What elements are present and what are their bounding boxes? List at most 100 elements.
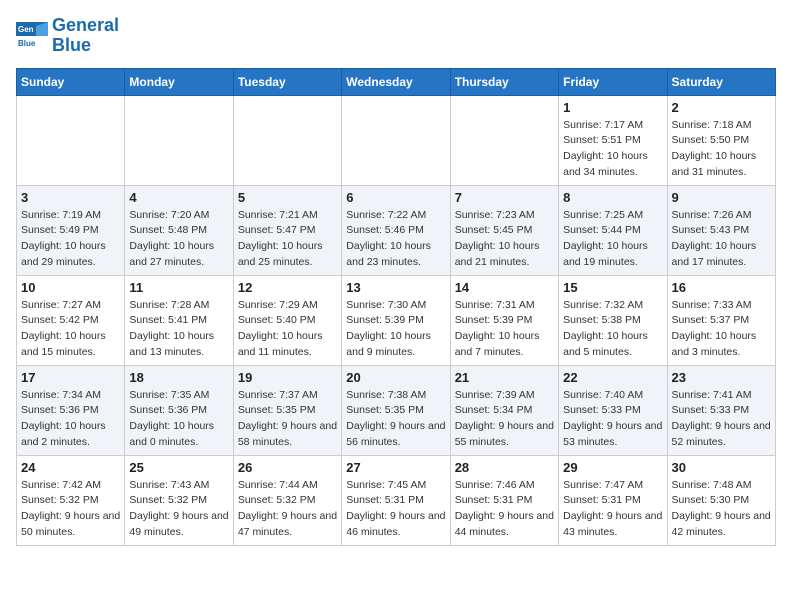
day-number: 2 xyxy=(672,100,771,115)
calendar-cell: 16 Sunrise: 7:33 AM Sunset: 5:37 PM Dayli… xyxy=(667,275,775,365)
day-number: 11 xyxy=(129,280,228,295)
logo: Gen Blue General Blue xyxy=(16,16,119,56)
calendar-cell: 3 Sunrise: 7:19 AM Sunset: 5:49 PM Daylig… xyxy=(17,185,125,275)
day-number: 21 xyxy=(455,370,554,385)
day-info: Sunrise: 7:21 AM Sunset: 5:47 PM Dayligh… xyxy=(238,208,337,271)
calendar-cell: 6 Sunrise: 7:22 AM Sunset: 5:46 PM Daylig… xyxy=(342,185,450,275)
calendar-cell xyxy=(125,95,233,185)
calendar-cell: 14 Sunrise: 7:31 AM Sunset: 5:39 PM Dayli… xyxy=(450,275,558,365)
calendar-cell: 1 Sunrise: 7:17 AM Sunset: 5:51 PM Daylig… xyxy=(559,95,667,185)
day-number: 29 xyxy=(563,460,662,475)
day-info: Sunrise: 7:31 AM Sunset: 5:39 PM Dayligh… xyxy=(455,298,554,361)
day-number: 20 xyxy=(346,370,445,385)
day-info: Sunrise: 7:46 AM Sunset: 5:31 PM Dayligh… xyxy=(455,478,554,541)
day-info: Sunrise: 7:23 AM Sunset: 5:45 PM Dayligh… xyxy=(455,208,554,271)
day-header-tuesday: Tuesday xyxy=(233,68,341,95)
day-info: Sunrise: 7:37 AM Sunset: 5:35 PM Dayligh… xyxy=(238,388,337,451)
day-number: 9 xyxy=(672,190,771,205)
logo-icon: Gen Blue xyxy=(16,22,48,50)
day-number: 5 xyxy=(238,190,337,205)
day-info: Sunrise: 7:48 AM Sunset: 5:30 PM Dayligh… xyxy=(672,478,771,541)
calendar-week-4: 17Sunrise: 7:34 AM Sunset: 5:36 PM Dayli… xyxy=(17,365,776,455)
day-info: Sunrise: 7:35 AM Sunset: 5:36 PM Dayligh… xyxy=(129,388,228,451)
day-number: 13 xyxy=(346,280,445,295)
day-info: Sunrise: 7:25 AM Sunset: 5:44 PM Dayligh… xyxy=(563,208,662,271)
day-number: 7 xyxy=(455,190,554,205)
calendar: SundayMondayTuesdayWednesdayThursdayFrid… xyxy=(16,68,776,546)
calendar-cell: 2 Sunrise: 7:18 AM Sunset: 5:50 PM Daylig… xyxy=(667,95,775,185)
calendar-cell: 24 Sunrise: 7:42 AM Sunset: 5:32 PM Dayli… xyxy=(17,455,125,545)
calendar-cell: 30 Sunrise: 7:48 AM Sunset: 5:30 PM Dayli… xyxy=(667,455,775,545)
day-header-saturday: Saturday xyxy=(667,68,775,95)
calendar-cell: 21Sunrise: 7:39 AM Sunset: 5:34 PM Dayli… xyxy=(450,365,558,455)
calendar-cell xyxy=(342,95,450,185)
header: Gen Blue General Blue xyxy=(16,16,776,56)
svg-text:Gen: Gen xyxy=(18,25,34,34)
day-info: Sunrise: 7:22 AM Sunset: 5:46 PM Dayligh… xyxy=(346,208,445,271)
calendar-cell: 22Sunrise: 7:40 AM Sunset: 5:33 PM Dayli… xyxy=(559,365,667,455)
day-info: Sunrise: 7:33 AM Sunset: 5:37 PM Dayligh… xyxy=(672,298,771,361)
calendar-cell: 25 Sunrise: 7:43 AM Sunset: 5:32 PM Dayli… xyxy=(125,455,233,545)
calendar-cell xyxy=(233,95,341,185)
calendar-cell: 9 Sunrise: 7:26 AM Sunset: 5:43 PM Daylig… xyxy=(667,185,775,275)
day-number: 4 xyxy=(129,190,228,205)
day-info: Sunrise: 7:41 AM Sunset: 5:33 PM Dayligh… xyxy=(672,388,771,451)
day-info: Sunrise: 7:44 AM Sunset: 5:32 PM Dayligh… xyxy=(238,478,337,541)
day-info: Sunrise: 7:42 AM Sunset: 5:32 PM Dayligh… xyxy=(21,478,120,541)
day-number: 3 xyxy=(21,190,120,205)
day-number: 30 xyxy=(672,460,771,475)
calendar-cell: 23 Sunrise: 7:41 AM Sunset: 5:33 PM Dayli… xyxy=(667,365,775,455)
day-number: 1 xyxy=(563,100,662,115)
calendar-cell xyxy=(17,95,125,185)
day-info: Sunrise: 7:30 AM Sunset: 5:39 PM Dayligh… xyxy=(346,298,445,361)
calendar-cell: 20 Sunrise: 7:38 AM Sunset: 5:35 PM Dayli… xyxy=(342,365,450,455)
day-info: Sunrise: 7:40 AM Sunset: 5:33 PM Dayligh… xyxy=(563,388,662,451)
day-number: 27 xyxy=(346,460,445,475)
day-number: 6 xyxy=(346,190,445,205)
day-info: Sunrise: 7:18 AM Sunset: 5:50 PM Dayligh… xyxy=(672,118,771,181)
day-header-wednesday: Wednesday xyxy=(342,68,450,95)
day-number: 24 xyxy=(21,460,120,475)
day-info: Sunrise: 7:20 AM Sunset: 5:48 PM Dayligh… xyxy=(129,208,228,271)
day-number: 25 xyxy=(129,460,228,475)
calendar-header-row: SundayMondayTuesdayWednesdayThursdayFrid… xyxy=(17,68,776,95)
calendar-cell: 10Sunrise: 7:27 AM Sunset: 5:42 PM Dayli… xyxy=(17,275,125,365)
day-number: 19 xyxy=(238,370,337,385)
day-info: Sunrise: 7:17 AM Sunset: 5:51 PM Dayligh… xyxy=(563,118,662,181)
day-number: 28 xyxy=(455,460,554,475)
day-number: 15 xyxy=(563,280,662,295)
day-header-friday: Friday xyxy=(559,68,667,95)
calendar-cell: 12 Sunrise: 7:29 AM Sunset: 5:40 PM Dayli… xyxy=(233,275,341,365)
logo-text: General Blue xyxy=(52,16,119,56)
calendar-cell: 4 Sunrise: 7:20 AM Sunset: 5:48 PM Daylig… xyxy=(125,185,233,275)
day-info: Sunrise: 7:38 AM Sunset: 5:35 PM Dayligh… xyxy=(346,388,445,451)
calendar-cell: 7 Sunrise: 7:23 AM Sunset: 5:45 PM Daylig… xyxy=(450,185,558,275)
calendar-cell xyxy=(450,95,558,185)
day-info: Sunrise: 7:19 AM Sunset: 5:49 PM Dayligh… xyxy=(21,208,120,271)
day-info: Sunrise: 7:34 AM Sunset: 5:36 PM Dayligh… xyxy=(21,388,120,451)
day-number: 14 xyxy=(455,280,554,295)
calendar-cell: 26Sunrise: 7:44 AM Sunset: 5:32 PM Dayli… xyxy=(233,455,341,545)
calendar-cell: 29 Sunrise: 7:47 AM Sunset: 5:31 PM Dayli… xyxy=(559,455,667,545)
calendar-cell: 5 Sunrise: 7:21 AM Sunset: 5:47 PM Daylig… xyxy=(233,185,341,275)
calendar-week-5: 24 Sunrise: 7:42 AM Sunset: 5:32 PM Dayli… xyxy=(17,455,776,545)
day-header-thursday: Thursday xyxy=(450,68,558,95)
calendar-week-3: 10Sunrise: 7:27 AM Sunset: 5:42 PM Dayli… xyxy=(17,275,776,365)
day-info: Sunrise: 7:28 AM Sunset: 5:41 PM Dayligh… xyxy=(129,298,228,361)
day-number: 18 xyxy=(129,370,228,385)
day-number: 23 xyxy=(672,370,771,385)
day-header-monday: Monday xyxy=(125,68,233,95)
day-info: Sunrise: 7:29 AM Sunset: 5:40 PM Dayligh… xyxy=(238,298,337,361)
day-number: 8 xyxy=(563,190,662,205)
svg-text:Blue: Blue xyxy=(18,39,36,48)
day-info: Sunrise: 7:43 AM Sunset: 5:32 PM Dayligh… xyxy=(129,478,228,541)
day-info: Sunrise: 7:47 AM Sunset: 5:31 PM Dayligh… xyxy=(563,478,662,541)
calendar-cell: 17Sunrise: 7:34 AM Sunset: 5:36 PM Dayli… xyxy=(17,365,125,455)
day-number: 16 xyxy=(672,280,771,295)
day-number: 12 xyxy=(238,280,337,295)
calendar-cell: 11 Sunrise: 7:28 AM Sunset: 5:41 PM Dayli… xyxy=(125,275,233,365)
day-info: Sunrise: 7:26 AM Sunset: 5:43 PM Dayligh… xyxy=(672,208,771,271)
day-info: Sunrise: 7:45 AM Sunset: 5:31 PM Dayligh… xyxy=(346,478,445,541)
calendar-cell: 28 Sunrise: 7:46 AM Sunset: 5:31 PM Dayli… xyxy=(450,455,558,545)
day-header-sunday: Sunday xyxy=(17,68,125,95)
